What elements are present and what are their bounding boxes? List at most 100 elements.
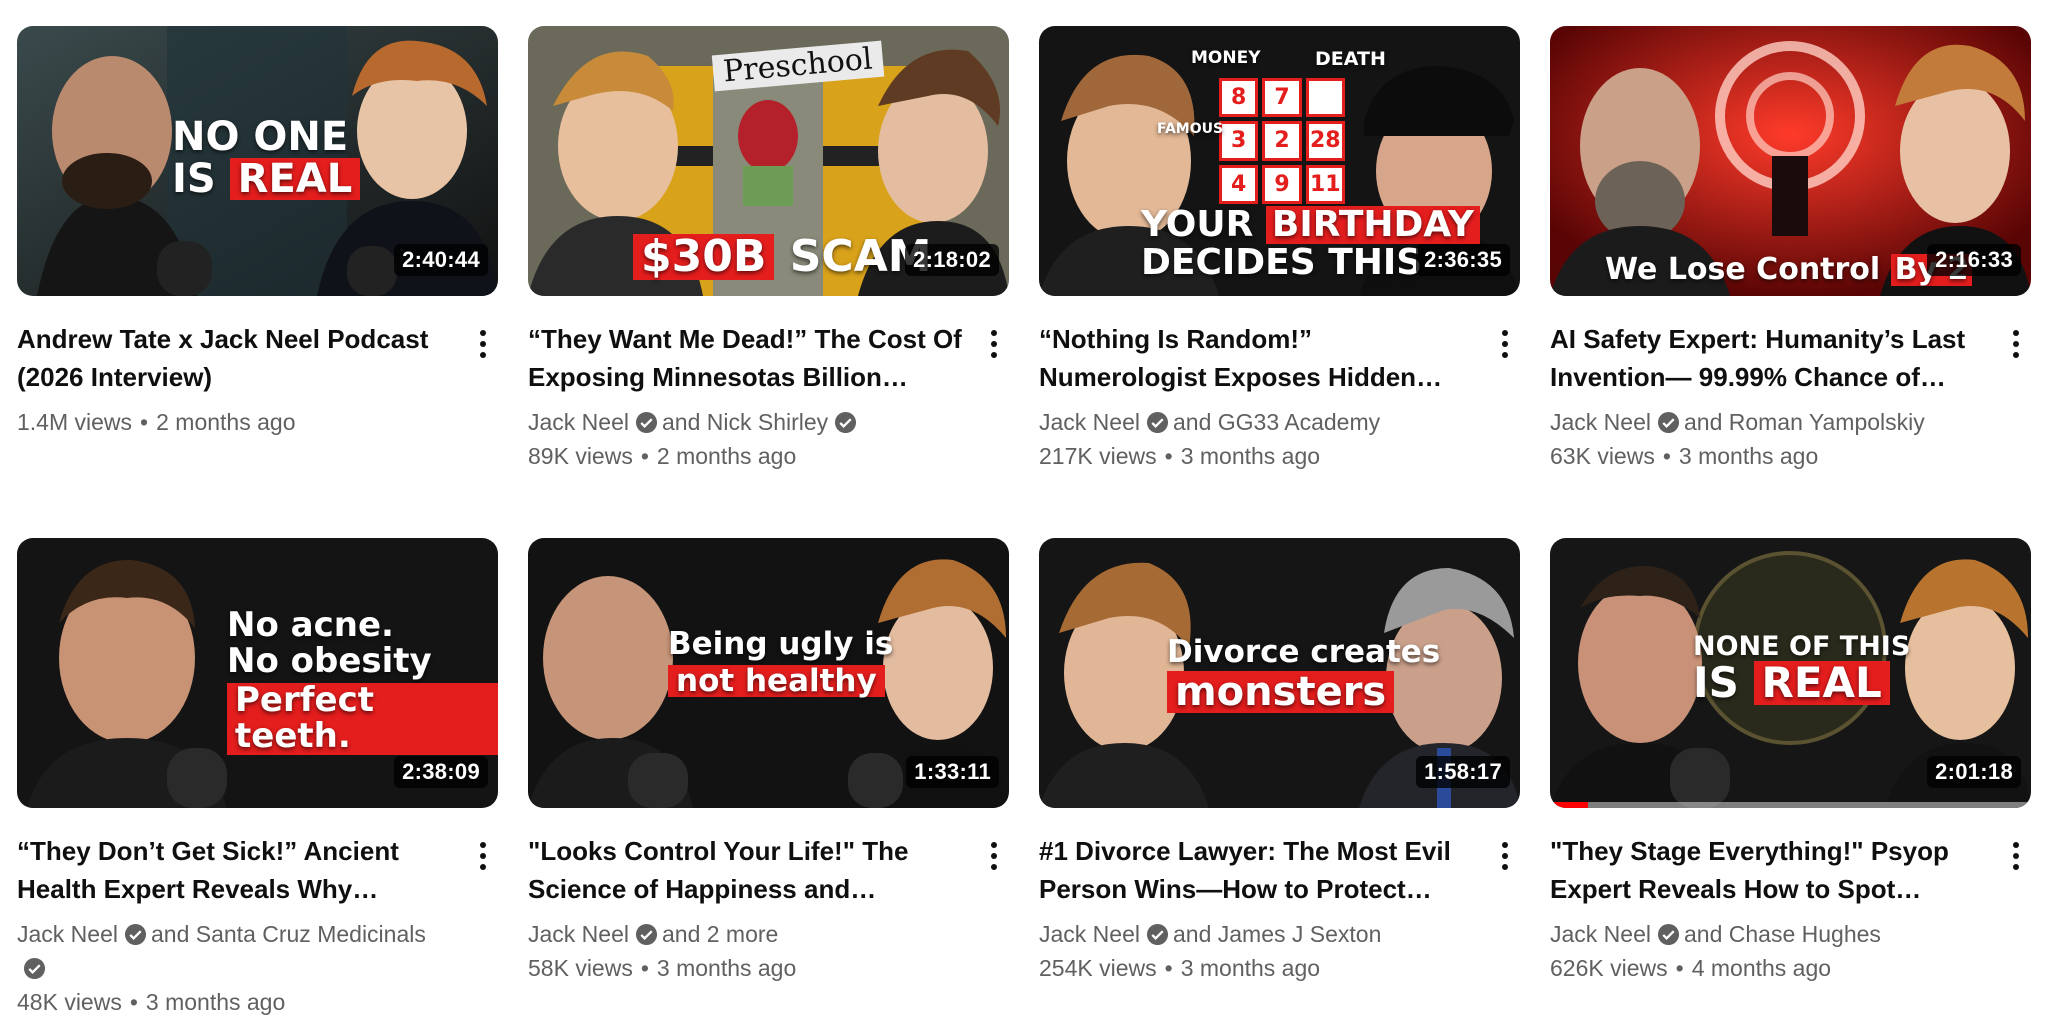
video-title[interactable]: Andrew Tate x Jack Neel Podcast (2026 In… bbox=[17, 320, 458, 396]
video-stats: 1.4M views • 2 months ago bbox=[17, 409, 296, 435]
view-count: 217K views bbox=[1039, 443, 1157, 469]
grid-cell: 4 bbox=[1219, 164, 1259, 204]
label-money: MONEY bbox=[1191, 48, 1261, 68]
video-stats: 626K views • 4 months ago bbox=[1550, 955, 1832, 981]
view-count: 626K views bbox=[1550, 955, 1668, 981]
video-thumbnail[interactable]: We Lose Control By 2 2:16:33 bbox=[1550, 26, 2031, 296]
video-thumbnail[interactable]: NO ONE IS REAL 2:40:44 bbox=[17, 26, 498, 296]
channel-name[interactable]: Jack Neel bbox=[528, 409, 629, 435]
video-meta: “They Want Me Dead!” The Cost Of Exposin… bbox=[528, 320, 1009, 473]
video-thumbnail[interactable]: Being ugly is not healthy 1:33:11 bbox=[528, 538, 1009, 808]
watch-progress-bar bbox=[1550, 802, 2031, 808]
collab-name[interactable]: and Santa Cruz Medicinals bbox=[151, 921, 426, 947]
duration-badge: 2:40:44 bbox=[394, 244, 488, 276]
collab-name[interactable]: and Chase Hughes bbox=[1684, 921, 1881, 947]
video-meta: AI Safety Expert: Humanity’s Last Invent… bbox=[1550, 320, 2031, 473]
duration-badge: 2:01:18 bbox=[1927, 756, 2021, 788]
channel-name[interactable]: Jack Neel bbox=[1039, 409, 1140, 435]
label-famous: FAMOUS bbox=[1157, 121, 1224, 137]
video-title[interactable]: "Looks Control Your Life!" The Science o… bbox=[528, 832, 969, 908]
more-vert-icon[interactable] bbox=[1490, 324, 1520, 364]
video-thumbnail[interactable]: No acne. No obesity Perfect teeth. 2:38:… bbox=[17, 538, 498, 808]
upload-age: 3 months ago bbox=[656, 955, 797, 981]
thumbnail-overlay-text: NO ONE IS REAL bbox=[172, 116, 361, 200]
video-grid: NO ONE IS REAL 2:40:44 Andrew Tate x Jac… bbox=[17, 26, 2031, 1036]
verified-badge-icon bbox=[835, 411, 857, 434]
grid-cell: 7 bbox=[1262, 78, 1302, 118]
view-count: 89K views bbox=[528, 443, 633, 469]
video-card[interactable]: We Lose Control By 2 2:16:33 AI Safety E… bbox=[1550, 26, 2031, 538]
more-vert-icon[interactable] bbox=[468, 324, 498, 364]
video-card[interactable]: NONE OF THIS IS REAL 2:01:18 "They Stage… bbox=[1550, 538, 2031, 1036]
video-thumbnail[interactable]: Preschool $30B SCAM 2:18:02 bbox=[528, 26, 1009, 296]
video-card[interactable]: No acne. No obesity Perfect teeth. 2:38:… bbox=[17, 538, 498, 1036]
video-card[interactable]: Divorce creates monsters 1:58:17 #1 Divo… bbox=[1039, 538, 1520, 1036]
duration-badge: 1:33:11 bbox=[906, 756, 999, 788]
watch-progress-fill bbox=[1550, 802, 1589, 808]
video-meta: “Nothing Is Random!” Numerologist Expose… bbox=[1039, 320, 1520, 473]
verified-badge-icon bbox=[1657, 411, 1680, 434]
video-stats: 63K views • 3 months ago bbox=[1550, 443, 1819, 469]
video-title[interactable]: “They Don’t Get Sick!” Ancient Health Ex… bbox=[17, 832, 458, 908]
collab-name[interactable]: and GG33 Academy bbox=[1173, 409, 1380, 435]
more-vert-icon[interactable] bbox=[468, 836, 498, 876]
view-count: 1.4M views bbox=[17, 409, 133, 435]
video-card[interactable]: Being ugly is not healthy 1:33:11 "Looks… bbox=[528, 538, 1009, 1036]
video-meta: "They Stage Everything!" Psyop Expert Re… bbox=[1550, 832, 2031, 985]
duration-badge: 2:38:09 bbox=[394, 756, 488, 788]
video-thumbnail[interactable]: Divorce creates monsters 1:58:17 bbox=[1039, 538, 1520, 808]
video-thumbnail[interactable]: NONE OF THIS IS REAL 2:01:18 bbox=[1550, 538, 2031, 808]
thumbnail-overlay-text: Divorce creates monsters bbox=[1167, 634, 1441, 715]
collab-name[interactable]: and Nick Shirley bbox=[662, 409, 828, 435]
verified-badge-icon bbox=[1146, 923, 1169, 946]
grid-cell: 8 bbox=[1219, 78, 1259, 118]
more-vert-icon[interactable] bbox=[979, 324, 1009, 364]
channel-name[interactable]: Jack Neel bbox=[17, 921, 118, 947]
grid-cell: 11 bbox=[1305, 164, 1345, 204]
video-meta: Andrew Tate x Jack Neel Podcast (2026 In… bbox=[17, 320, 498, 439]
video-card[interactable]: NO ONE IS REAL 2:40:44 Andrew Tate x Jac… bbox=[17, 26, 498, 538]
more-vert-icon[interactable] bbox=[2001, 324, 2031, 364]
video-card[interactable]: Preschool $30B SCAM 2:18:02 “They Want M… bbox=[528, 26, 1009, 538]
channel-line: Jack Neel and GG33 Academy bbox=[1039, 405, 1480, 439]
collab-name[interactable]: and James J Sexton bbox=[1173, 921, 1381, 947]
video-stats: 58K views • 3 months ago bbox=[528, 955, 797, 981]
channel-line: Jack Neel and 2 more bbox=[528, 917, 969, 951]
video-title[interactable]: #1 Divorce Lawyer: The Most Evil Person … bbox=[1039, 832, 1480, 908]
channel-name[interactable]: Jack Neel bbox=[1039, 921, 1140, 947]
view-count: 63K views bbox=[1550, 443, 1655, 469]
collab-name[interactable]: and Roman Yampolskiy bbox=[1684, 409, 1925, 435]
duration-badge: 2:18:02 bbox=[905, 244, 999, 276]
verified-badge-icon bbox=[124, 923, 147, 946]
more-vert-icon[interactable] bbox=[1490, 836, 1520, 876]
video-title[interactable]: “They Want Me Dead!” The Cost Of Exposin… bbox=[528, 320, 969, 396]
video-title[interactable]: “Nothing Is Random!” Numerologist Expose… bbox=[1039, 320, 1480, 396]
duration-badge: 2:36:35 bbox=[1416, 244, 1510, 276]
thumbnail-overlay-text: $30B SCAM bbox=[633, 233, 932, 281]
verified-badge-icon bbox=[23, 957, 46, 980]
verified-badge-icon bbox=[635, 411, 658, 434]
video-title[interactable]: AI Safety Expert: Humanity’s Last Invent… bbox=[1550, 320, 1991, 396]
thumbnail-overlay-text: Being ugly is not healthy bbox=[668, 626, 894, 699]
video-card[interactable]: 8 7 3 2 28 4 9 11 MONEY DEATH FAMOUS YOU… bbox=[1039, 26, 1520, 538]
thumbnail-overlay-text: We Lose Control By 2 bbox=[1605, 254, 1973, 286]
upload-age: 3 months ago bbox=[1678, 443, 1819, 469]
more-vert-icon[interactable] bbox=[2001, 836, 2031, 876]
collab-name[interactable]: and 2 more bbox=[662, 921, 778, 947]
video-meta: "Looks Control Your Life!" The Science o… bbox=[528, 832, 1009, 985]
channel-name[interactable]: Jack Neel bbox=[1550, 921, 1651, 947]
video-thumbnail[interactable]: 8 7 3 2 28 4 9 11 MONEY DEATH FAMOUS YOU… bbox=[1039, 26, 1520, 296]
grid-cell bbox=[1305, 78, 1345, 118]
duration-badge: 1:58:17 bbox=[1416, 756, 1510, 788]
video-stats: 254K views • 3 months ago bbox=[1039, 955, 1321, 981]
channel-line: Jack Neel and Nick Shirley bbox=[528, 405, 969, 439]
video-stats: 48K views • 3 months ago bbox=[17, 989, 286, 1015]
upload-age: 2 months ago bbox=[656, 443, 797, 469]
channel-line: Jack Neel and Roman Yampolskiy bbox=[1550, 405, 1991, 439]
video-title[interactable]: "They Stage Everything!" Psyop Expert Re… bbox=[1550, 832, 1991, 908]
upload-age: 3 months ago bbox=[1180, 443, 1321, 469]
more-vert-icon[interactable] bbox=[979, 836, 1009, 876]
channel-name[interactable]: Jack Neel bbox=[1550, 409, 1651, 435]
verified-badge-icon bbox=[635, 923, 658, 946]
channel-name[interactable]: Jack Neel bbox=[528, 921, 629, 947]
